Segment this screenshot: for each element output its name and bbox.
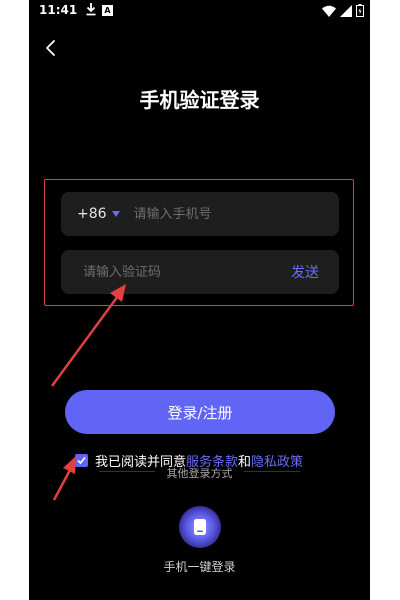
agreement-prefix: 我已阅读并同意: [95, 455, 187, 470]
country-code-selector[interactable]: +86: [77, 206, 120, 222]
check-icon: [77, 456, 86, 465]
send-code-button[interactable]: 发送: [291, 262, 319, 282]
one-key-login-label: 手机一键登录: [163, 560, 236, 574]
phone-input-row: +86: [61, 192, 339, 236]
notification-badge: A: [102, 5, 113, 16]
download-icon: [86, 3, 96, 16]
one-key-login-button[interactable]: [179, 506, 221, 548]
agreement-checkbox[interactable]: [75, 454, 88, 467]
status-bar: 11:41 A: [29, 0, 370, 24]
login-register-button[interactable]: 登录/注册: [65, 390, 335, 434]
caret-down-icon: [111, 211, 120, 217]
verification-code-input[interactable]: [83, 264, 291, 280]
signal-icon: [340, 4, 352, 17]
phone-number-input[interactable]: [133, 206, 339, 222]
status-icons: [322, 4, 364, 17]
country-code-value: +86: [77, 206, 107, 222]
code-input-row: 发送: [61, 250, 339, 294]
privacy-link[interactable]: 隐私政策: [251, 451, 303, 470]
wifi-icon: [322, 5, 336, 17]
battery-icon: [356, 4, 364, 17]
terms-link[interactable]: 服务条款: [186, 451, 238, 470]
page-title: 手机验证登录: [139, 88, 260, 112]
phone-screen: 11:41 A 手机验证登录 +86 请输入手机号 请输入验证码 发送 登录/注…: [29, 0, 370, 600]
chevron-left-icon[interactable]: [41, 38, 61, 58]
phone-icon: [194, 519, 206, 535]
agreement-and: 和: [238, 455, 252, 470]
status-time: 11:41: [39, 3, 78, 17]
agreement-row: 我已阅读并同意 服务条款 和 隐私政策: [75, 451, 303, 470]
